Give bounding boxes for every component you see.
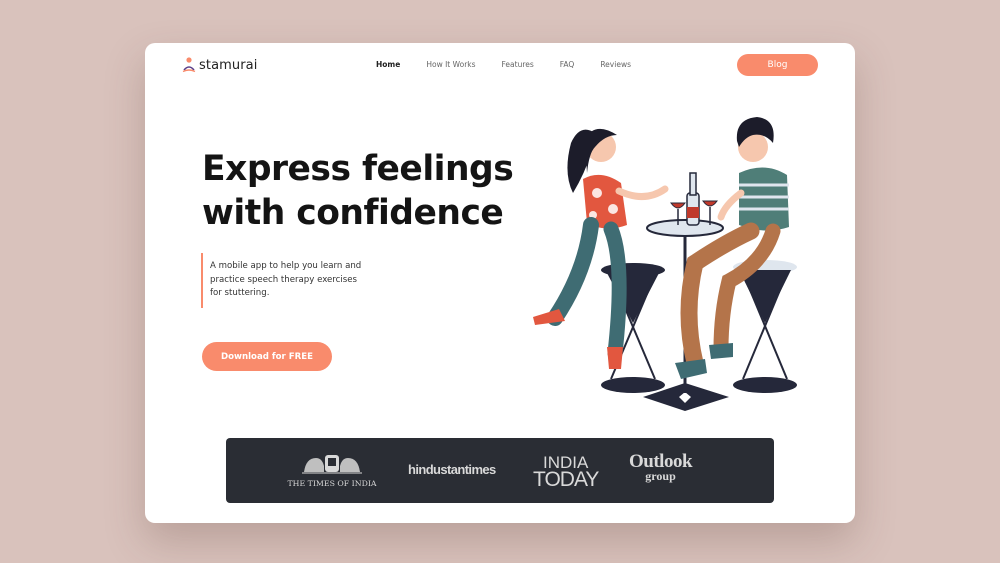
blog-button[interactable]: Blog bbox=[737, 54, 818, 76]
meditating-figure-icon bbox=[182, 57, 196, 73]
nav-features[interactable]: Features bbox=[502, 60, 534, 69]
nav-home[interactable]: Home bbox=[376, 60, 400, 69]
hero-description-line-2: practice speech therapy exercises bbox=[210, 274, 358, 285]
press-logos-bar: THE TIMES OF INDIA hindustantimes INDIA … bbox=[226, 438, 774, 503]
brand-name: stamurai bbox=[199, 57, 258, 73]
hero-title-line-1: Express feelings bbox=[202, 149, 514, 189]
hero-description-line-1: A mobile app to help you learn and bbox=[210, 261, 362, 271]
times-of-india-logo: THE TIMES OF INDIA bbox=[282, 452, 382, 488]
nav-how-it-works[interactable]: How It Works bbox=[426, 60, 475, 69]
download-button[interactable]: Download for FREE bbox=[202, 342, 332, 371]
outlook-group-logo: Outlook group bbox=[629, 451, 693, 484]
landing-page-card: stamurai Home How It Works Features FAQ … bbox=[145, 43, 855, 523]
times-of-india-text: THE TIMES OF INDIA bbox=[287, 479, 377, 488]
main-nav: Home How It Works Features FAQ Reviews bbox=[376, 60, 631, 69]
outlook-line-1: Outlook bbox=[629, 451, 693, 472]
couple-at-cafe-illustration bbox=[533, 117, 797, 411]
india-today-logo: INDIA TODAY bbox=[533, 454, 599, 491]
hero-description-line-3: for stuttering. bbox=[210, 288, 270, 298]
toi-emblem-icon bbox=[302, 455, 362, 474]
nav-reviews[interactable]: Reviews bbox=[600, 60, 631, 69]
hero-description: A mobile app to help you learn and pract… bbox=[201, 253, 391, 308]
brand-logo[interactable]: stamurai bbox=[182, 56, 257, 74]
hindustan-times-logo: hindustantimes bbox=[408, 462, 496, 477]
nav-faq[interactable]: FAQ bbox=[560, 60, 575, 69]
hero-title-line-2: with confidence bbox=[202, 193, 504, 233]
india-today-line-2: TODAY bbox=[533, 468, 599, 491]
hero-title: Express feelings with confidence bbox=[202, 147, 542, 235]
